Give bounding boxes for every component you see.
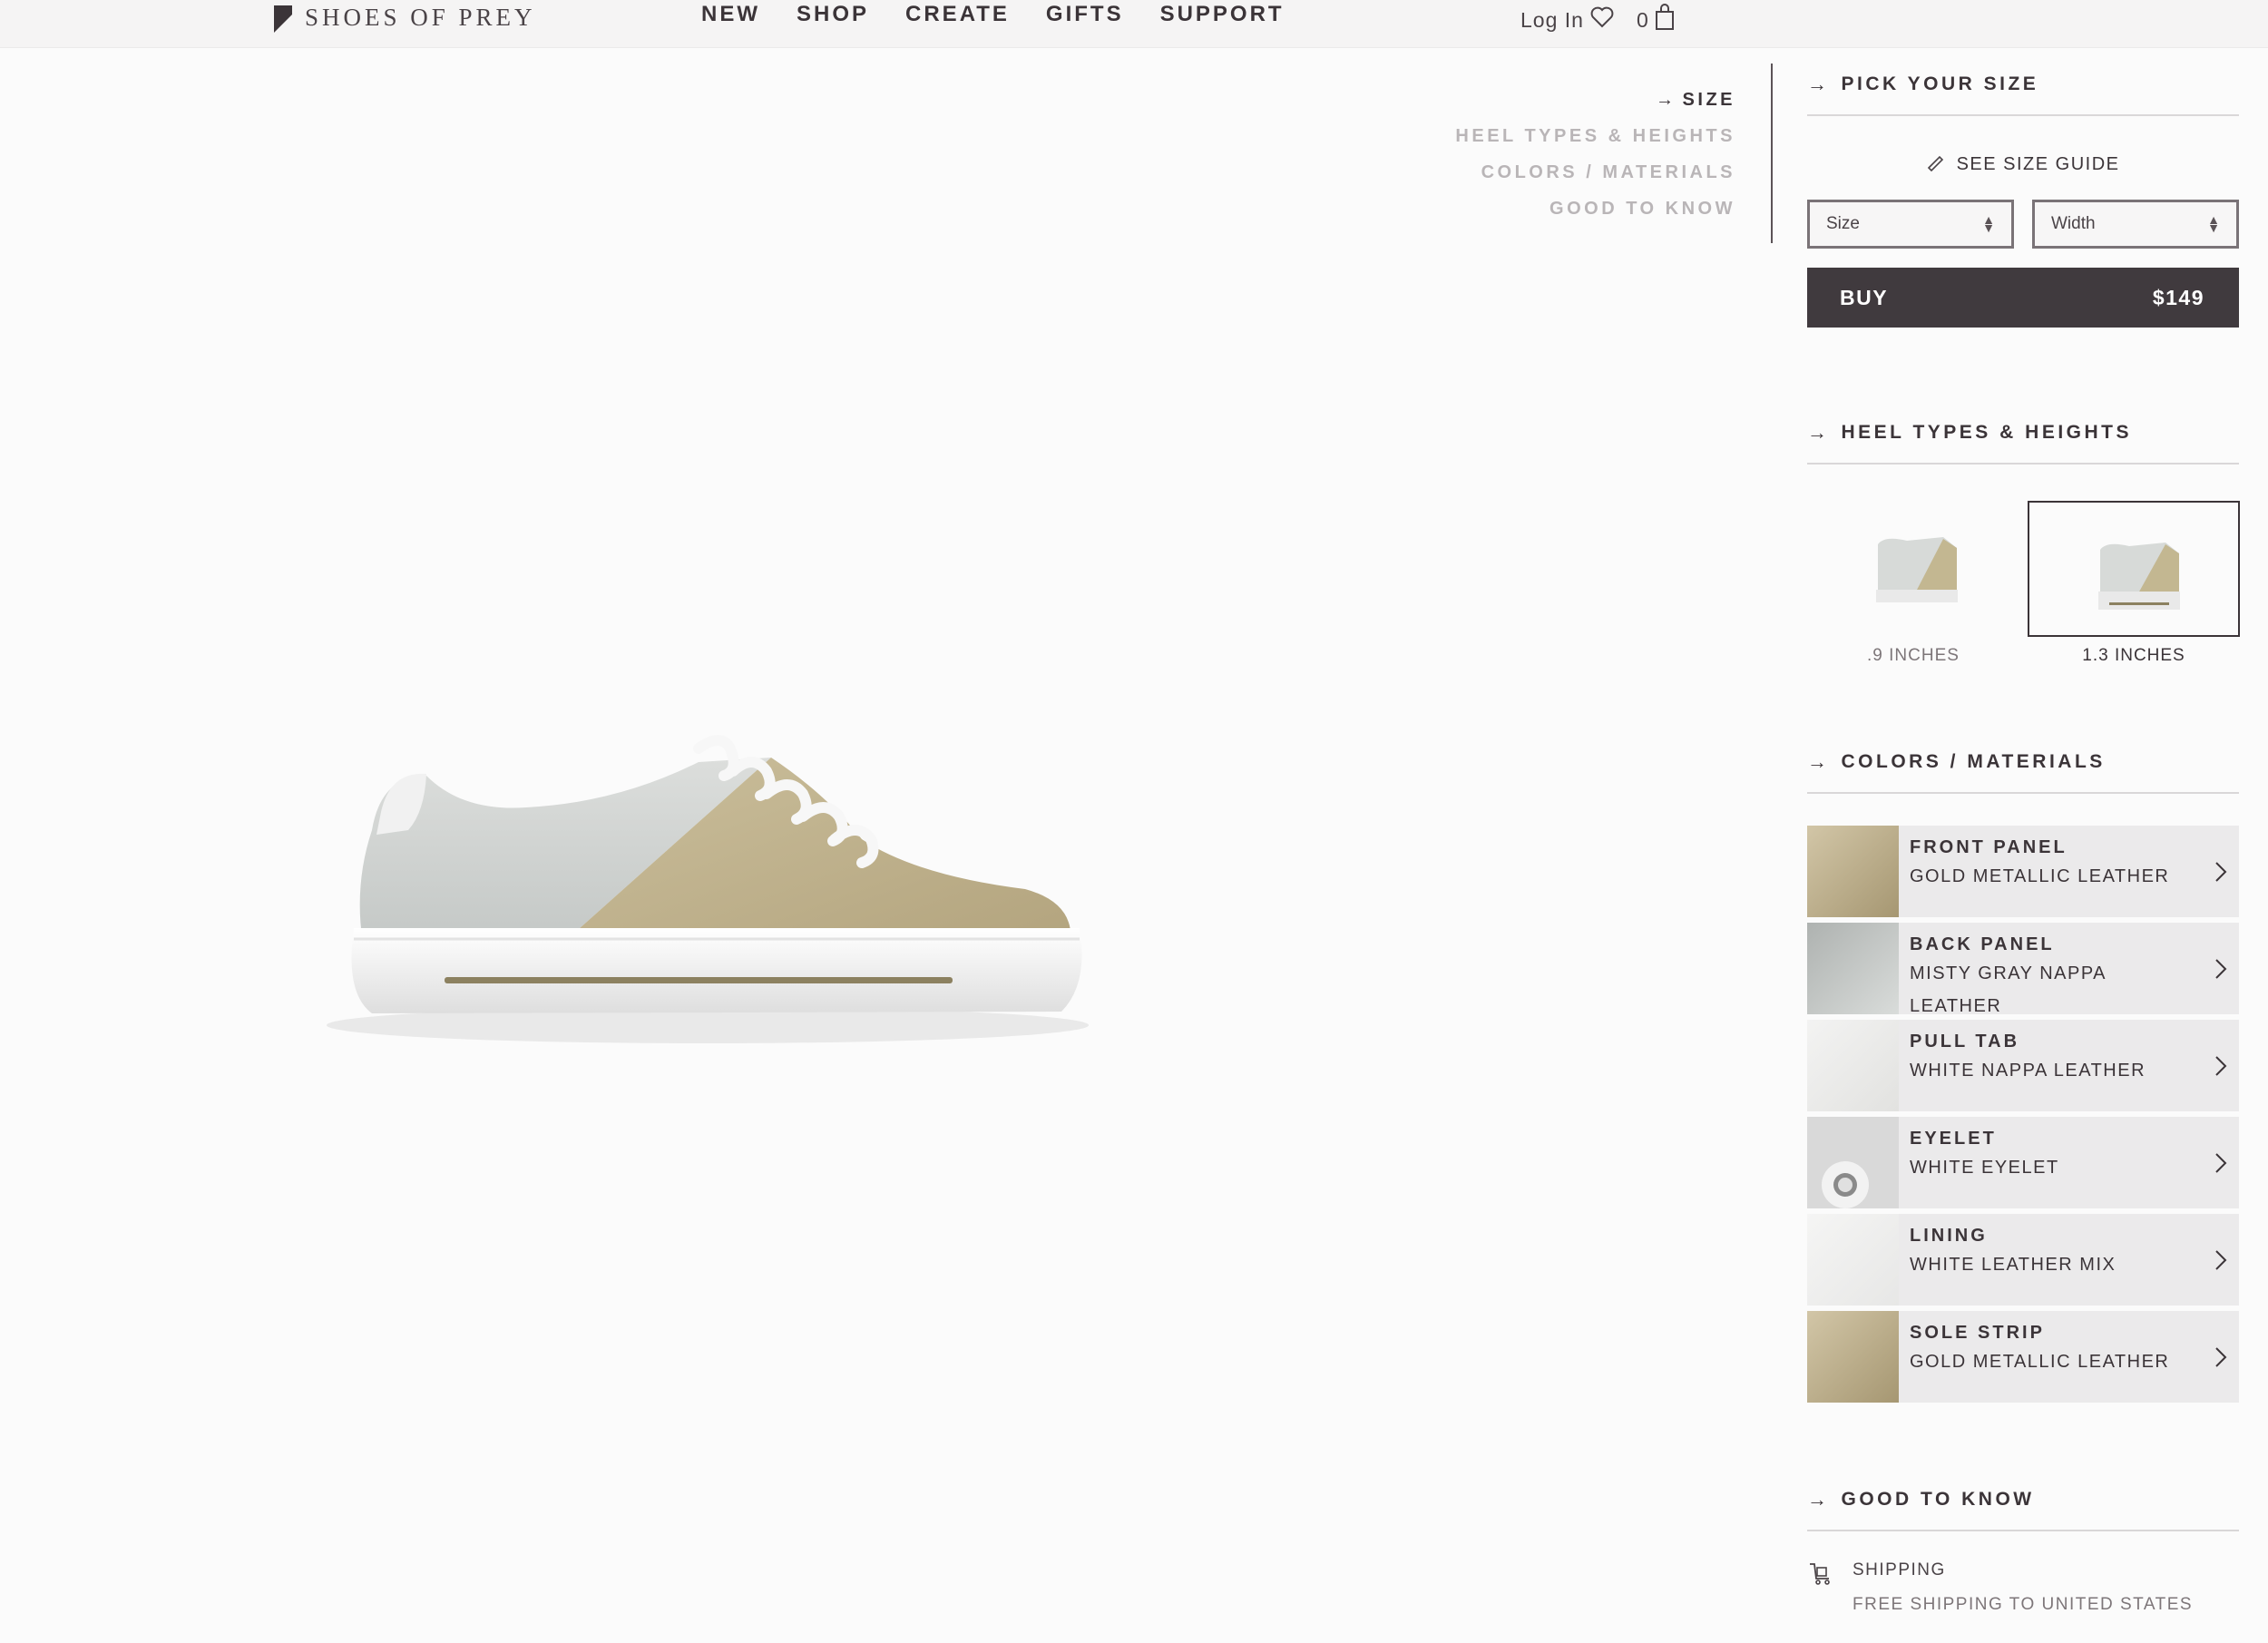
section-nav-size-label: SIZE xyxy=(1682,90,1735,110)
material-row-front-panel[interactable]: FRONT PANEL GOLD METALLIC LEATHER xyxy=(1807,826,2239,917)
size-section-title: PICK YOUR SIZE xyxy=(1841,73,2039,94)
section-nav-heel-types[interactable]: HEEL TYPES & HEIGHTS xyxy=(1282,122,1735,158)
material-name: FRONT PANEL xyxy=(1910,837,2068,857)
material-row-back-panel[interactable]: BACK PANEL MISTY GRAY NAPPA LEATHER xyxy=(1807,923,2239,1016)
size-guide-label: SEE SIZE GUIDE xyxy=(1956,154,2120,174)
material-value: GOLD METALLIC LEATHER xyxy=(1910,1352,2170,1372)
heel-option-1-3[interactable] xyxy=(2028,501,2240,637)
arrow-right-icon: → xyxy=(1656,90,1677,110)
heel-section-header: → HEEL TYPES & HEIGHTS xyxy=(1807,421,2239,465)
section-navigation: → SIZE HEEL TYPES & HEIGHTS COLORS / MATE… xyxy=(1282,85,1735,230)
material-value: GOLD METALLIC LEATHER xyxy=(1910,866,2170,886)
size-guide-link[interactable]: SEE SIZE GUIDE xyxy=(1807,154,2239,175)
shipping-value: FREE SHIPPING TO UNITED STATES xyxy=(1853,1595,2194,1614)
chevron-right-icon xyxy=(2203,923,2239,1014)
top-navigation-bar: SHOES OF PREY NEW SHOP CREATE GIFTS SUPP… xyxy=(0,0,2268,48)
login-link[interactable]: Log In xyxy=(1520,8,1584,33)
eyelet-swatch xyxy=(1807,1117,1899,1208)
chevron-right-icon xyxy=(2203,1311,2239,1403)
nav-item-support[interactable]: SUPPORT xyxy=(1160,2,1285,27)
price: $149 xyxy=(2152,285,2204,309)
nav-item-new[interactable]: NEW xyxy=(701,2,760,27)
material-value: WHITE LEATHER MIX xyxy=(1910,1255,2116,1275)
buy-button[interactable]: BUY $149 xyxy=(1807,268,2239,328)
shoe-preview-image[interactable] xyxy=(318,721,1098,1057)
chevron-right-icon xyxy=(2203,1020,2239,1111)
section-nav-colors-materials[interactable]: COLORS / MATERIALS xyxy=(1282,158,1735,194)
brand-logo[interactable]: SHOES OF PREY xyxy=(274,2,536,33)
brand-mark-icon xyxy=(274,5,292,33)
size-select-value: Size xyxy=(1826,214,1860,233)
materials-section-title: COLORS / MATERIALS xyxy=(1841,751,2106,772)
section-nav-good-to-know[interactable]: GOOD TO KNOW xyxy=(1282,194,1735,230)
good-to-know-title: GOOD TO KNOW xyxy=(1841,1489,2035,1510)
material-name: EYELET xyxy=(1910,1129,1997,1149)
gold-leather-swatch xyxy=(1807,826,1899,917)
arrow-right-icon: → xyxy=(1807,73,1831,95)
chevron-right-icon xyxy=(2203,826,2239,917)
material-value: WHITE EYELET xyxy=(1910,1158,2059,1178)
select-arrows-icon: ▲ ▼ xyxy=(1982,212,1995,235)
nav-item-shop[interactable]: SHOP xyxy=(797,2,869,27)
material-value: MISTY GRAY NAPPA LEATHER xyxy=(1910,963,2106,1016)
shipping-label: SHIPPING xyxy=(1853,1560,1946,1579)
ruler-icon xyxy=(1927,154,1950,174)
material-row-eyelet[interactable]: EYELET WHITE EYELET xyxy=(1807,1117,2239,1208)
good-to-know-header: → GOOD TO KNOW xyxy=(1807,1488,2239,1531)
heart-icon[interactable] xyxy=(1589,5,1615,34)
truck-icon xyxy=(1807,1560,1833,1590)
material-name: SOLE STRIP xyxy=(1910,1323,2045,1343)
arrow-right-icon: → xyxy=(1807,1488,1831,1511)
heel-option-label: .9 INCHES xyxy=(1867,646,1960,665)
material-row-sole-strip[interactable]: SOLE STRIP GOLD METALLIC LEATHER xyxy=(1807,1311,2239,1403)
material-name: PULL TAB xyxy=(1910,1032,2020,1051)
main-nav: NEW SHOP CREATE GIFTS SUPPORT xyxy=(701,2,1285,27)
cart-count[interactable]: 0 xyxy=(1637,8,1648,33)
chevron-right-icon xyxy=(2203,1117,2239,1208)
nav-item-gifts[interactable]: GIFTS xyxy=(1046,2,1124,27)
material-value: WHITE NAPPA LEATHER xyxy=(1910,1061,2146,1081)
white-leather-swatch xyxy=(1807,1020,1899,1111)
material-row-lining[interactable]: LINING WHITE LEATHER MIX xyxy=(1807,1214,2239,1306)
arrow-right-icon: → xyxy=(1807,750,1831,773)
buy-label: BUY xyxy=(1840,285,1889,309)
account-area: Log In 0 xyxy=(1520,4,1676,36)
materials-section-header: → COLORS / MATERIALS xyxy=(1807,750,2239,794)
material-name: LINING xyxy=(1910,1226,1988,1246)
white-leather-mix-swatch xyxy=(1807,1214,1899,1306)
shopping-bag-icon[interactable] xyxy=(1654,4,1676,36)
select-arrows-icon: ▲ ▼ xyxy=(2207,212,2220,235)
material-row-pull-tab[interactable]: PULL TAB WHITE NAPPA LEATHER xyxy=(1807,1020,2239,1111)
size-select[interactable]: Size ▲ ▼ xyxy=(1807,200,2014,249)
material-name: BACK PANEL xyxy=(1910,934,2055,954)
gray-leather-swatch xyxy=(1807,923,1899,1014)
heel-option-0-9[interactable] xyxy=(1807,501,2019,637)
section-nav-size[interactable]: → SIZE xyxy=(1282,85,1735,122)
heel-section-title: HEEL TYPES & HEIGHTS xyxy=(1841,422,2132,443)
width-select[interactable]: Width ▲ ▼ xyxy=(2032,200,2239,249)
heel-option-label: 1.3 INCHES xyxy=(2082,646,2185,665)
gold-leather-swatch xyxy=(1807,1311,1899,1403)
section-divider xyxy=(1771,64,1773,243)
size-section-header: → PICK YOUR SIZE xyxy=(1807,73,2239,116)
brand-name: SHOES OF PREY xyxy=(305,3,536,31)
width-select-value: Width xyxy=(2051,214,2096,233)
nav-item-create[interactable]: CREATE xyxy=(905,2,1010,27)
chevron-right-icon xyxy=(2203,1214,2239,1306)
arrow-right-icon: → xyxy=(1807,421,1831,444)
